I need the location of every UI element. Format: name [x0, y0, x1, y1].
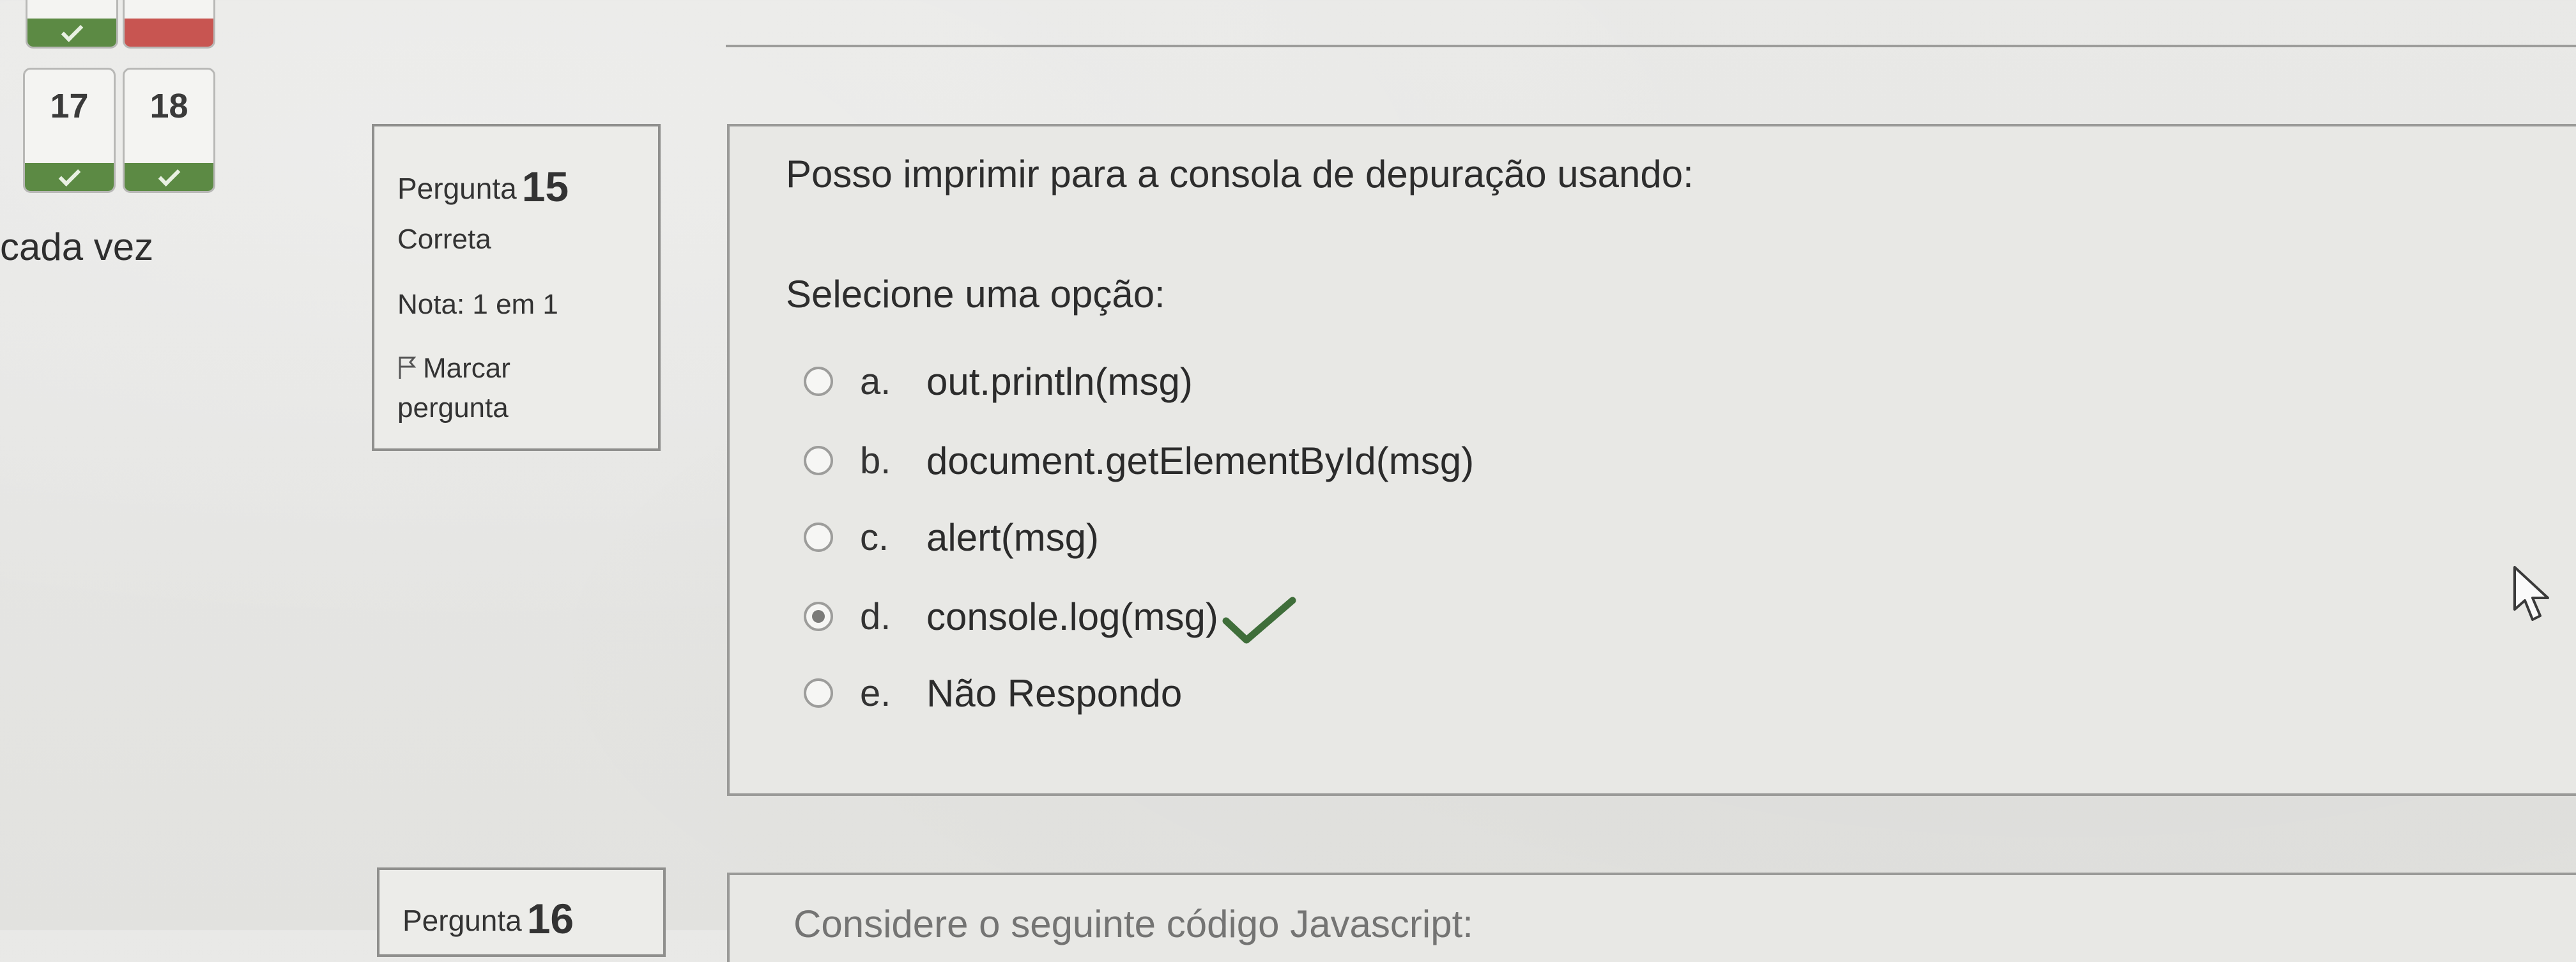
nav-status-correct — [25, 163, 114, 191]
option-text: console.log(msg) — [926, 595, 1218, 638]
check-icon — [158, 164, 180, 187]
question-status: Correta — [397, 224, 491, 255]
panel-divider — [726, 45, 2576, 47]
radio-button-selected[interactable] — [804, 602, 833, 631]
nav-button-18[interactable]: 18 — [123, 68, 215, 193]
option-text: Não Respondo — [926, 671, 1183, 715]
radio-button[interactable] — [804, 678, 833, 708]
question-number: 15 — [521, 163, 569, 210]
nav-button-number — [125, 0, 213, 12]
nav-button-17[interactable]: 17 — [23, 68, 116, 193]
option-letter: a. — [860, 360, 891, 402]
question-number-line: Pergunta 15 — [397, 162, 569, 211]
mouse-cursor-icon — [2513, 566, 2549, 621]
next-question-info-box: Pergunta 16 — [377, 867, 666, 957]
question-grade: Nota: 1 em 1 — [397, 289, 558, 320]
check-icon — [61, 19, 83, 42]
flag-label-line2[interactable]: pergunta — [397, 392, 509, 424]
option-c[interactable]: c. alert(msg) — [804, 508, 1099, 566]
question-label: Pergunta — [402, 904, 522, 937]
flag-icon — [399, 356, 417, 379]
option-b[interactable]: b. document.getElementById(msg) — [804, 432, 1474, 489]
side-block-text: cada vez — [0, 225, 154, 268]
radio-button[interactable] — [804, 446, 833, 475]
option-e[interactable]: e. Não Respondo — [804, 664, 1182, 722]
question-number: 16 — [526, 895, 574, 942]
nav-status-wrong — [125, 19, 213, 47]
radio-button[interactable] — [804, 523, 833, 552]
flag-label-line1: Marcar — [423, 353, 510, 384]
nav-button-number: 18 — [150, 87, 188, 125]
radio-button[interactable] — [804, 367, 833, 396]
question-label: Pergunta — [397, 172, 517, 205]
option-letter: b. — [860, 439, 891, 482]
next-question-number-line: Pergunta 16 — [402, 894, 574, 943]
option-text: alert(msg) — [926, 515, 1100, 559]
option-d[interactable]: d. console.log(msg) — [804, 588, 1296, 645]
select-option-label: Selecione uma opção: — [786, 273, 1165, 316]
option-a[interactable]: a. out.println(msg) — [804, 353, 1193, 410]
check-icon — [1222, 597, 1296, 644]
option-text: out.println(msg) — [926, 360, 1193, 403]
check-icon — [58, 164, 80, 187]
option-letter: d. — [860, 595, 891, 638]
flag-question-link[interactable]: Marcar — [397, 353, 510, 385]
option-letter: e. — [860, 672, 891, 714]
nav-status-correct — [125, 163, 213, 191]
nav-button-previous-wrong[interactable] — [123, 0, 215, 49]
nav-status-correct — [27, 19, 116, 47]
next-question-panel: Considere o seguinte código Javascript: — [727, 873, 2576, 962]
nav-button-number — [27, 0, 116, 12]
nav-button-previous-correct[interactable] — [26, 0, 118, 49]
question-info-box: Pergunta 15 Correta Nota: 1 em 1 Marcar p… — [372, 124, 661, 451]
option-text: document.getElementById(msg) — [926, 439, 1475, 482]
next-question-text: Considere o seguinte código Javascript: — [793, 903, 1473, 945]
question-panel: Posso imprimir para a consola de depuraç… — [727, 124, 2576, 796]
question-text: Posso imprimir para a consola de depuraç… — [786, 153, 1694, 195]
nav-button-number: 17 — [50, 87, 89, 125]
option-letter: c. — [860, 516, 889, 558]
